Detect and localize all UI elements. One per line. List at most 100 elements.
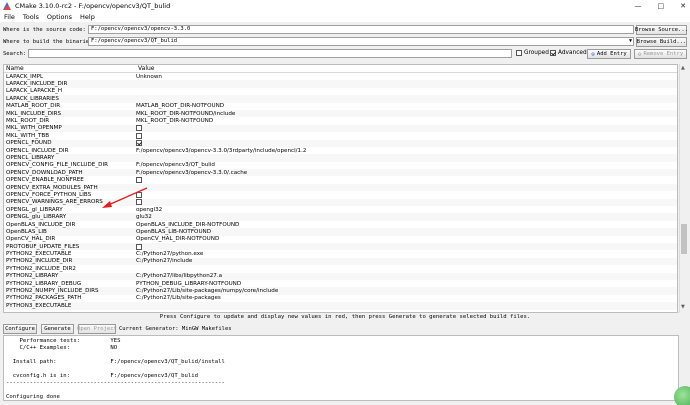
table-row[interactable]: PYTHON2_PACKAGES_PATH C:/Python27/Lib/sit… [4,295,677,302]
cache-entry-value[interactable]: C:/Python27/python.exe [136,251,203,257]
add-icon: ⊕ [591,50,595,58]
cache-entry-value[interactable]: OpenBLAS_INCLUDE_DIR-NOTFOUND [136,222,239,228]
table-row[interactable]: OpenBLAS_LIB OpenBLAS_LIB-NOTFOUND [4,228,677,236]
value-checkbox[interactable] [136,125,142,132]
table-row[interactable]: PYTHON2_INCLUDE_DIR2 [4,265,677,272]
table-row[interactable]: OPENCV_CONFIG_FILE_INCLUDE_DIR F:/opencv/… [4,162,677,169]
title-bar: CMake 3.10.0-rc2 - F:/opencv/opencv3/QT_… [0,0,690,12]
table-row[interactable]: PYTHON2_LIBRARY C:/Python27/libs/libpytho… [4,272,677,280]
minimize-icon[interactable]: — [635,2,642,10]
cache-entry-value[interactable] [136,132,142,139]
output-line: Performance tests: YES [6,338,121,344]
cache-entry-value[interactable] [136,243,142,250]
cache-entry-value[interactable]: C:/Python27/libs/libpython27.a [136,273,222,279]
cache-entry-value[interactable]: OpenCV_HAL_DIR-NOTFOUND [136,236,219,242]
browse-source-button[interactable]: Browse Source... [635,25,688,35]
menu-file[interactable]: File [0,13,19,21]
search-input[interactable] [28,49,512,58]
search-row: Search: Grouped Advanced ⊕ Add Entry ⊖ R… [0,49,690,59]
table-row[interactable]: PYTHON2_INCLUDE_DIR C:/Python27/include [4,257,677,266]
table-row[interactable]: LAPACK_IMPL Unknown [4,73,677,80]
table-row[interactable]: LAPACK_INCLUDE_DIR [4,80,677,88]
table-row[interactable]: OPENCL_INCLUDE_DIR F:/opencv/opencv3/open… [4,147,677,154]
maximize-icon[interactable]: □ [658,2,665,10]
table-row[interactable]: MKL_ROOT_DIR MKL_ROOT_DIR-NOTFOUND [4,117,677,124]
close-icon[interactable]: ✕ [680,2,686,10]
cache-entry-value[interactable]: C:/Python27/include [136,258,192,264]
advanced-checkbox[interactable] [550,50,556,56]
cache-entry-value[interactable]: F:/opencv/opencv3/opencv-3.3.0/.cache [136,170,247,176]
table-row[interactable]: OpenBLAS_INCLUDE_DIR OpenBLAS_INCLUDE_DIR… [4,221,677,228]
table-row[interactable]: PYTHON3_EXECUTABLE [4,302,677,310]
cache-entry-value[interactable]: OpenBLAS_LIB-NOTFOUND [136,229,211,235]
grouped-toggle[interactable]: Grouped [516,50,549,56]
generate-button[interactable]: Generate [41,324,74,334]
build-path-combo[interactable]: F:/opencv/opencv3/QT_bulid ▼ [88,37,634,46]
source-row: Where is the source code: F:/opencv/open… [0,25,690,35]
table-row[interactable]: MKL_WITH_OPENMP [4,124,677,133]
add-entry-button[interactable]: ⊕ Add Entry [587,49,631,59]
output-log[interactable]: Performance tests: YES C/C++ Examples: N… [3,335,679,401]
grouped-checkbox[interactable] [516,50,522,56]
value-checkbox[interactable] [136,177,142,184]
output-line: Configuring done [6,394,60,400]
cache-entry-name: OPENCV_CONFIG_FILE_INCLUDE_DIR [6,162,108,169]
table-row[interactable]: PYTHON2_EXECUTABLE C:/Python27/python.exe [4,250,677,257]
open-project-button[interactable]: Open Project [77,324,117,334]
chevron-down-icon[interactable]: ▼ [629,38,632,45]
table-row[interactable]: OPENCV_ENABLE_NONFREE [4,176,677,184]
cache-entry-value[interactable] [136,177,142,184]
table-row[interactable]: LAPACK_LIBRARIES [4,95,677,103]
menu-tools[interactable]: Tools [19,13,43,21]
table-row[interactable]: OPENCL_FOUND [4,139,677,147]
scroll-up-icon[interactable]: ▲ [681,65,685,71]
table-scrollbar[interactable]: ▲ ▼ [679,64,687,313]
scrollbar-thumb[interactable] [681,224,687,254]
cache-entry-value[interactable]: PYTHON_DEBUG_LIBRARY-NOTFOUND [136,281,241,287]
advanced-toggle[interactable]: Advanced [550,50,587,56]
advanced-label: Advanced [558,50,587,56]
menu-options[interactable]: Options [43,13,76,21]
table-row[interactable]: OPENGL_glu_LIBRARY glu32 [4,213,677,221]
cache-entry-value[interactable]: C:/Python27/Lib/site-packages [136,295,221,301]
cache-entry-value[interactable]: MKL_ROOT_DIR-NOTFOUND/include [136,111,235,117]
floating-assistant-icon[interactable] [674,386,690,405]
cache-entry-value[interactable]: MKL_ROOT_DIR-NOTFOUND [136,118,213,124]
build-row: Where to build the binaries: F:/opencv/o… [0,37,690,47]
cache-entry-value[interactable]: F:/opencv/opencv3/QT_bulid [136,162,215,168]
browse-build-button[interactable]: Browse Build... [636,37,687,47]
table-row[interactable]: MKL_WITH_TBB [4,132,677,139]
cache-entry-value[interactable]: F:/opencv/opencv3/opencv-3.3.0/3rdparty/… [136,148,306,154]
value-checkbox[interactable] [136,132,142,139]
source-path-input[interactable]: F:/opencv/opencv3/opencv-3.3.0 [88,25,634,34]
column-header-name[interactable]: Name [4,65,136,72]
cache-entry-name: PROTOBUF_UPDATE_FILES [6,243,80,250]
cache-entry-name: LAPACK_LAPACKE_H [6,88,63,95]
value-checkbox[interactable] [136,243,142,250]
window-title: CMake 3.10.0-rc2 - F:/opencv/opencv3/QT_… [15,2,171,10]
table-row[interactable]: OPENCL_LIBRARY [4,154,677,162]
scroll-down-icon[interactable]: ▼ [681,304,685,310]
cache-entry-value[interactable]: glu32 [136,214,152,220]
cache-entry-value[interactable] [136,125,142,132]
configure-button[interactable]: Configure [3,324,37,334]
column-header-value[interactable]: Value [136,65,154,72]
cache-entry-value[interactable]: C:/Python27/Lib/site-packages/numpy/core… [136,288,278,294]
menu-help[interactable]: Help [76,13,99,21]
remove-entry-button[interactable]: ⊖ Remove Entry [634,49,687,59]
cache-entry-value[interactable] [136,140,142,147]
cache-entry-name: MKL_ROOT_DIR [6,118,50,125]
value-checkbox[interactable] [136,140,142,147]
output-line: C/C++ Examples: NO [6,345,118,351]
source-label: Where is the source code: [3,27,86,33]
table-row[interactable]: OpenCV_HAL_DIR OpenCV_HAL_DIR-NOTFOUND [4,236,677,243]
table-row[interactable]: PROTOBUF_UPDATE_FILES [4,242,677,251]
table-row[interactable]: PYTHON2_LIBRARY_DEBUG PYTHON_DEBUG_LIBRAR… [4,280,677,287]
table-row[interactable]: MKL_INCLUDE_DIRS MKL_ROOT_DIR-NOTFOUND/in… [4,109,677,118]
table-row[interactable]: PYTHON2_NUMPY_INCLUDE_DIRS C:/Python27/Li… [4,287,677,295]
cache-entry-value[interactable]: MATLAB_ROOT_DIR-NOTFOUND [136,103,224,109]
table-row[interactable]: OPENCV_DOWNLOAD_PATH F:/opencv/opencv3/op… [4,169,677,177]
table-row[interactable]: LAPACK_LAPACKE_H [4,88,677,95]
cache-entry-value[interactable]: Unknown [136,74,162,80]
table-row[interactable]: MATLAB_ROOT_DIR MATLAB_ROOT_DIR-NOTFOUND [4,103,677,110]
